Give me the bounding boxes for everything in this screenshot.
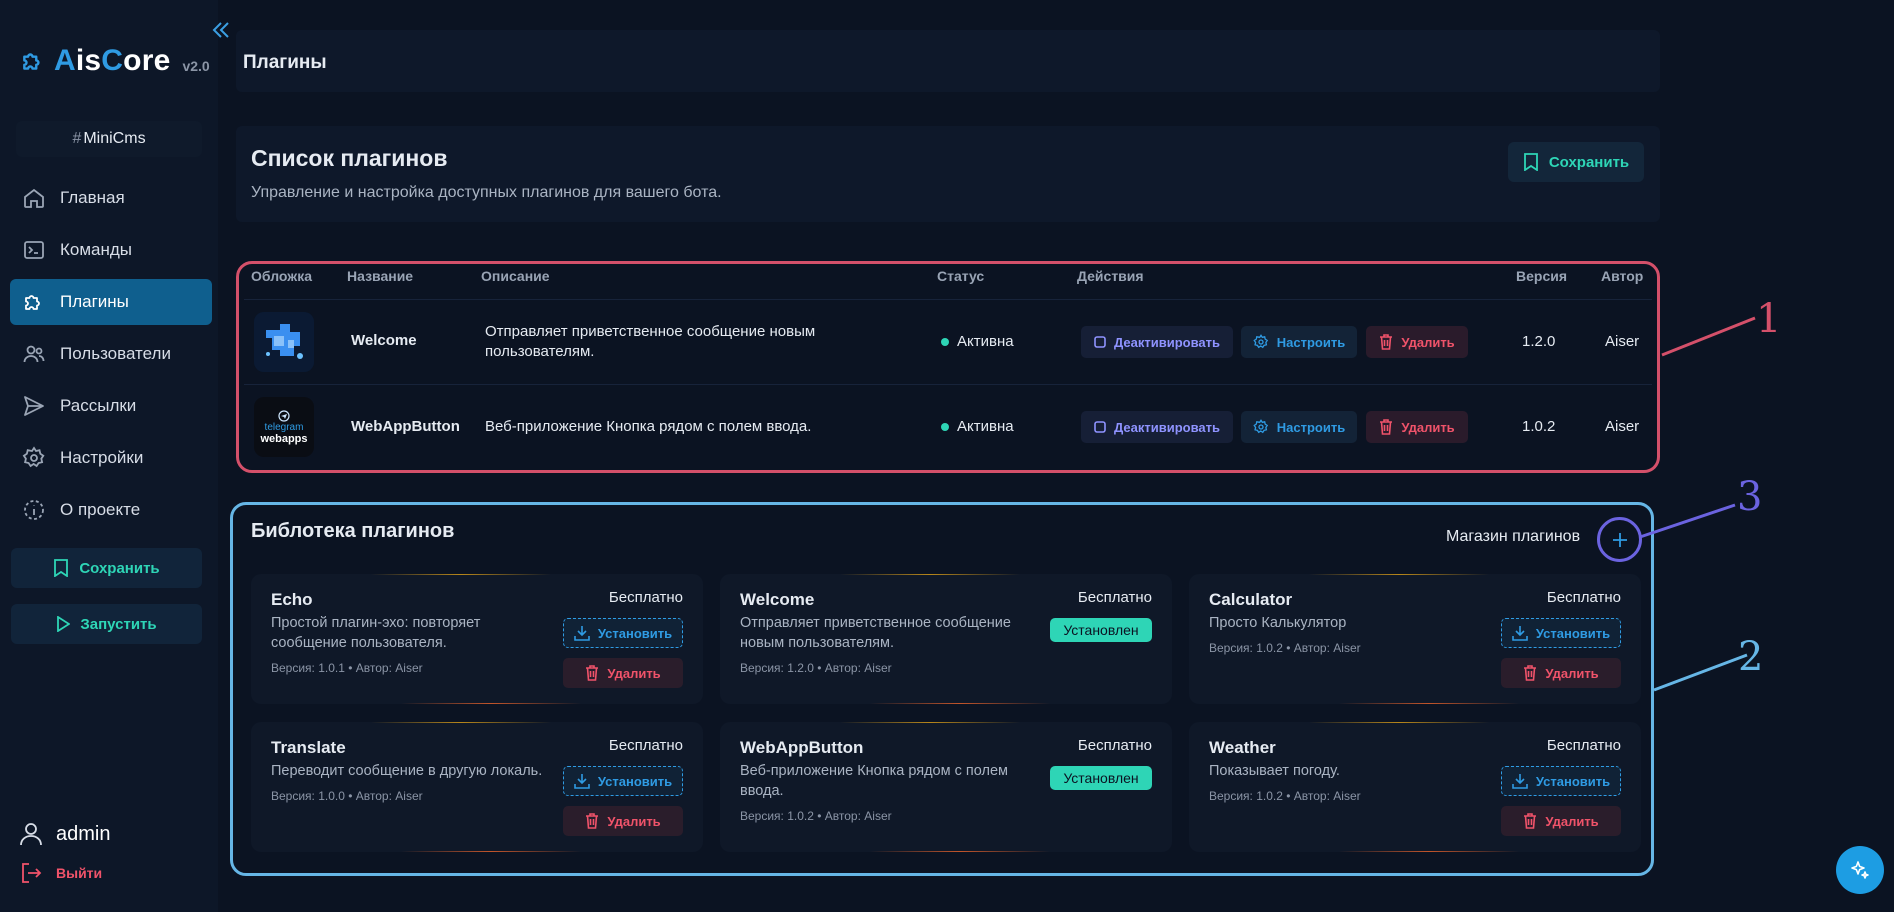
annotation-lines bbox=[1639, 316, 1756, 692]
annotation-label-2: 2 bbox=[1738, 634, 1764, 680]
annotation-label-3: 3 bbox=[1737, 474, 1763, 520]
ai-assistant-button[interactable] bbox=[1836, 846, 1884, 894]
annotation-label-1: 1 bbox=[1756, 296, 1782, 342]
sparkle-icon bbox=[1849, 859, 1871, 881]
